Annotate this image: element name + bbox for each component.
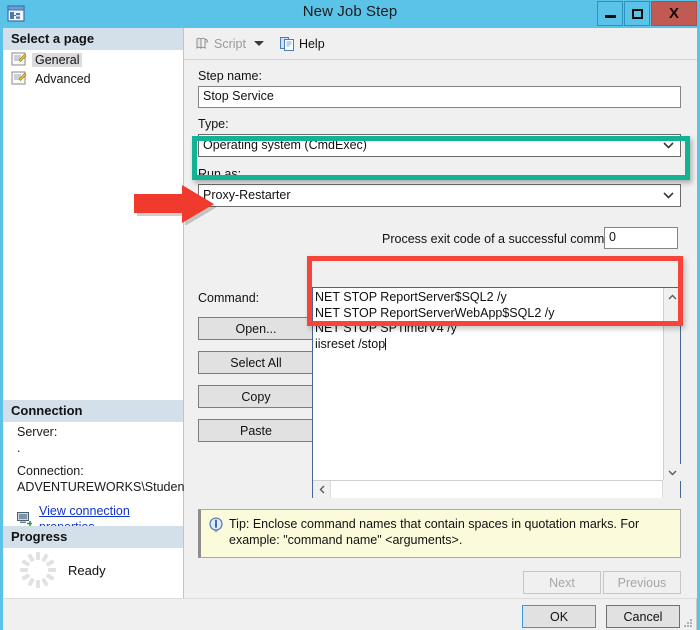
chevron-down-icon[interactable] <box>664 464 681 481</box>
type-label: Type: <box>198 117 229 131</box>
minimize-button[interactable] <box>597 1 623 26</box>
chevron-down-icon[interactable] <box>254 41 264 46</box>
server-label: Server: <box>3 424 183 440</box>
chevron-down-icon <box>663 192 672 197</box>
help-icon <box>280 36 295 52</box>
progress-row: Ready <box>3 552 183 588</box>
chevron-up-icon[interactable] <box>664 288 681 305</box>
step-name-input[interactable]: Stop Service <box>198 86 681 108</box>
command-label: Command: <box>198 291 259 305</box>
scrollbar-corner <box>663 480 680 497</box>
text-caret <box>385 338 386 350</box>
dialog-footer: OK Cancel <box>3 598 697 630</box>
dialog-body: Select a page General <box>3 28 697 598</box>
connection-info: Server: . Connection: ADVENTUREWORKS\Stu… <box>3 424 183 535</box>
type-dropdown[interactable]: Operating system (CmdExec) <box>198 134 681 157</box>
close-icon: X <box>652 2 696 25</box>
command-editor[interactable]: NET STOP ReportServer$SQL2 /yNET STOP Re… <box>312 287 681 498</box>
maximize-button[interactable] <box>624 1 650 26</box>
server-value: . <box>3 440 183 456</box>
script-label: Script <box>214 37 246 51</box>
select-all-button[interactable]: Select All <box>198 351 314 374</box>
maximize-icon <box>625 2 649 25</box>
resize-grip[interactable] <box>681 616 693 628</box>
script-icon <box>194 36 210 52</box>
help-button[interactable]: Help <box>268 32 329 56</box>
sidebar: Select a page General <box>3 28 184 598</box>
tip-box: Tip: Enclose command names that contain … <box>198 509 681 558</box>
server-connection-icon <box>17 512 34 527</box>
copy-button[interactable]: Copy <box>198 385 314 408</box>
ok-button[interactable]: OK <box>522 605 596 628</box>
progress-status: Ready <box>68 563 106 578</box>
main-panel: Script Help Step name: Stop <box>184 28 697 598</box>
horizontal-scroll-thumb[interactable] <box>330 481 663 498</box>
spinner-icon <box>20 552 56 588</box>
new-job-step-dialog: New Job Step X Select a page <box>0 0 700 630</box>
connection-label: Connection: <box>3 463 183 479</box>
progress-header: Progress <box>3 526 183 548</box>
command-horizontal-scrollbar[interactable] <box>313 480 680 497</box>
command-text[interactable]: NET STOP ReportServer$SQL2 /yNET STOP Re… <box>315 290 655 475</box>
run-as-dropdown[interactable]: Proxy-Restarter <box>198 184 681 207</box>
next-button[interactable]: Next <box>523 571 601 594</box>
toolbar: Script Help <box>184 28 697 60</box>
type-value: Operating system (CmdExec) <box>203 138 367 152</box>
connection-header: Connection <box>3 400 183 422</box>
open-button[interactable]: Open... <box>198 317 314 340</box>
info-icon <box>208 517 224 533</box>
step-name-label: Step name: <box>198 69 262 83</box>
sidebar-item-label: Advanced <box>32 72 94 86</box>
select-a-page-header: Select a page <box>3 28 183 50</box>
page-list: General Advanced <box>3 50 183 88</box>
close-button[interactable]: X <box>651 1 697 26</box>
minimize-icon <box>598 2 622 25</box>
run-as-label: Run as: <box>198 167 241 181</box>
tip-text: Tip: Enclose command names that contain … <box>229 510 680 557</box>
chevron-down-icon <box>663 142 672 147</box>
sidebar-item-general[interactable]: General <box>3 50 183 69</box>
exit-code-label: Process exit code of a successful comman… <box>382 232 629 246</box>
command-vertical-scrollbar[interactable] <box>663 288 680 481</box>
page-icon <box>11 52 27 67</box>
sidebar-item-advanced[interactable]: Advanced <box>3 69 183 88</box>
job-step-form: Step name: Stop Service Type: Operating … <box>184 59 697 598</box>
chevron-left-icon[interactable] <box>313 481 330 498</box>
cancel-button[interactable]: Cancel <box>606 605 680 628</box>
script-button[interactable]: Script <box>184 32 268 56</box>
exit-code-input[interactable]: 0 <box>604 227 678 249</box>
page-icon <box>11 71 27 86</box>
paste-button[interactable]: Paste <box>198 419 314 442</box>
run-as-value: Proxy-Restarter <box>203 188 291 202</box>
sidebar-item-label: General <box>32 53 82 67</box>
help-label: Help <box>299 37 325 51</box>
title-bar: New Job Step X <box>0 0 700 28</box>
window-title: New Job Step <box>0 3 700 20</box>
connection-value: ADVENTUREWORKS\Student <box>3 479 183 495</box>
previous-button[interactable]: Previous <box>603 571 681 594</box>
